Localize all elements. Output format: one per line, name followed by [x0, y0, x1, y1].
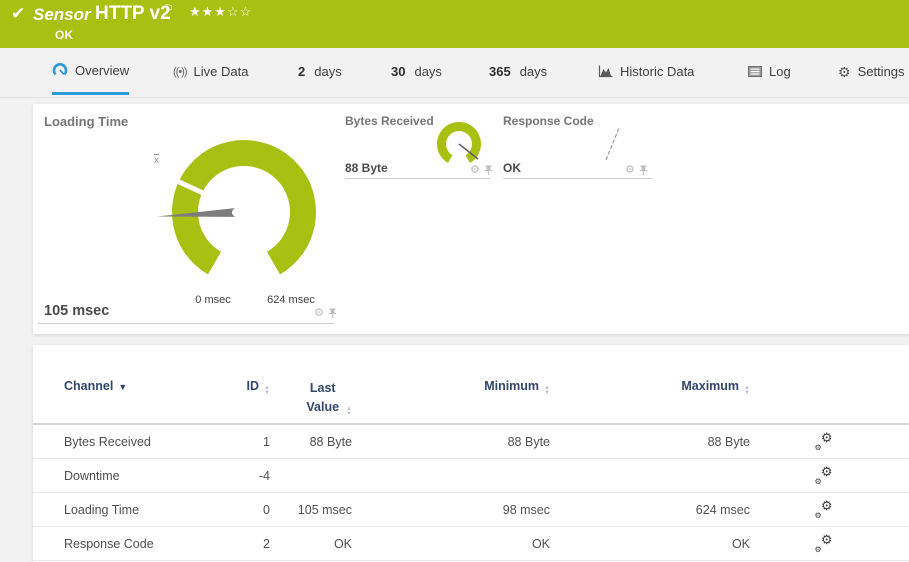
- tab-365-days[interactable]: 365 days: [489, 48, 547, 95]
- tab-2-days-number: 2: [298, 64, 305, 79]
- tab-bar: Overview ((•)) Live Data 2 days 30 days …: [0, 48, 909, 98]
- channel-last-value: OK: [270, 537, 352, 551]
- table-row[interactable]: Response Code 2 OK OK OK ⚙⚙: [33, 527, 909, 561]
- tab-log-label: Log: [769, 64, 791, 79]
- stars-filled: ★★★: [189, 4, 227, 19]
- channels-table-panel: Channel▼ ID▲▼ Last Value ▲▼ Minimum▲▼ Ma…: [33, 345, 909, 562]
- tab-365-days-label: days: [520, 64, 547, 79]
- tab-historic-data-label: Historic Data: [620, 64, 694, 79]
- tab-30-days[interactable]: 30 days: [391, 48, 442, 95]
- tab-30-days-number: 30: [391, 64, 405, 79]
- sensor-header: ✔ Sensor HTTP v2 ⚐ ★★★☆☆ OK: [0, 0, 909, 48]
- channel-settings-icon[interactable]: ⚙⚙: [815, 536, 833, 551]
- tab-30-days-label: days: [414, 64, 441, 79]
- pin-icon[interactable]: [484, 165, 493, 176]
- channel-id: 2: [204, 537, 270, 551]
- sensor-name: HTTP v2: [95, 3, 171, 25]
- channel-name: Bytes Received: [64, 435, 204, 449]
- channel-maximum: 88 Byte: [550, 435, 750, 449]
- channel-minimum: 98 msec: [352, 503, 550, 517]
- sort-icon: ▲▼: [346, 407, 352, 417]
- sort-desc-icon: ▼: [118, 382, 127, 392]
- tab-2-days-label: days: [314, 64, 341, 79]
- pin-icon[interactable]: [328, 308, 337, 319]
- gauge-cell-divider: [38, 323, 334, 324]
- column-header-id-label: ID: [247, 379, 260, 393]
- column-header-channel[interactable]: Channel ▼: [64, 379, 204, 393]
- column-header-maximum[interactable]: Maximum ▲▼: [550, 379, 750, 396]
- live-data-icon: ((•)): [173, 66, 187, 78]
- gauge-gear-icon[interactable]: ⚙: [470, 165, 480, 176]
- gauge-gear-icon[interactable]: ⚙: [314, 308, 324, 319]
- channel-id: 0: [204, 503, 270, 517]
- historic-chart-icon: [598, 65, 613, 78]
- response-code-value: OK: [503, 161, 521, 175]
- channel-settings-icon[interactable]: ⚙⚙: [815, 502, 833, 517]
- flag-icon[interactable]: ⚐: [164, 2, 174, 15]
- column-header-maximum-label: Maximum: [681, 379, 739, 393]
- channel-minimum: OK: [352, 537, 550, 551]
- column-header-last-value[interactable]: Last Value ▲▼: [270, 379, 352, 417]
- pin-icon[interactable]: [639, 165, 648, 176]
- bytes-received-value: 88 Byte: [345, 161, 388, 175]
- tab-live-data-label: Live Data: [194, 64, 249, 79]
- channel-maximum: OK: [550, 537, 750, 551]
- status-badge: OK: [55, 28, 73, 42]
- channel-settings-icon[interactable]: ⚙⚙: [815, 434, 833, 449]
- log-icon: [748, 66, 762, 77]
- tab-live-data[interactable]: ((•)) Live Data: [173, 48, 248, 95]
- gauge-cell-divider: [345, 178, 490, 179]
- tab-settings[interactable]: ⚙ Settings: [838, 48, 905, 95]
- average-marker-label: x: [154, 155, 159, 166]
- status-check-icon: ✔: [11, 4, 25, 24]
- channel-id: -4: [204, 469, 270, 483]
- column-header-last-label: Last: [310, 381, 336, 395]
- column-header-minimum[interactable]: Minimum▲▼: [352, 379, 550, 396]
- sort-icon: ▲▼: [744, 386, 750, 396]
- channel-settings-icon[interactable]: ⚙⚙: [815, 468, 833, 483]
- loading-time-gauge-title: Loading Time: [44, 114, 128, 129]
- channel-maximum: 624 msec: [550, 503, 750, 517]
- channel-name: Downtime: [64, 469, 204, 483]
- loading-time-gauge: [149, 117, 339, 307]
- response-code-gauge: [596, 116, 636, 164]
- channel-name: Loading Time: [64, 503, 204, 517]
- gauge-scale-min: 0 msec: [183, 294, 243, 306]
- table-row[interactable]: Downtime -4 ⚙⚙: [33, 459, 909, 493]
- priority-stars[interactable]: ★★★☆☆: [189, 4, 252, 20]
- column-header-id[interactable]: ID▲▼: [204, 379, 270, 396]
- table-header-row: Channel▼ ID▲▼ Last Value ▲▼ Minimum▲▼ Ma…: [33, 379, 909, 417]
- tab-365-days-number: 365: [489, 64, 511, 79]
- channel-id: 1: [204, 435, 270, 449]
- column-header-value-label: Value: [306, 400, 339, 414]
- channel-minimum: 88 Byte: [352, 435, 550, 449]
- gauge-icon: [52, 62, 68, 78]
- column-header-minimum-label: Minimum: [484, 379, 539, 393]
- bytes-received-gauge-title: Bytes Received: [345, 114, 434, 128]
- gauge-needle: [606, 128, 619, 160]
- column-header-channel-label: Channel: [64, 379, 113, 393]
- channel-name: Response Code: [64, 537, 204, 551]
- gauge-gear-icon[interactable]: ⚙: [625, 165, 635, 176]
- tab-overview-label: Overview: [75, 63, 129, 78]
- loading-time-value: 105 msec: [44, 303, 109, 319]
- channel-last-value: 105 msec: [270, 503, 352, 517]
- tab-historic-data[interactable]: Historic Data: [598, 48, 694, 95]
- channel-last-value: 88 Byte: [270, 435, 352, 449]
- tab-overview[interactable]: Overview: [52, 48, 129, 95]
- prtg-sensor-page: ✔ Sensor HTTP v2 ⚐ ★★★☆☆ OK Overview ((•…: [0, 0, 909, 562]
- gauges-panel: Loading Time x 0 msec 624 msec 105 msec …: [33, 104, 909, 334]
- gauge-cell-divider: [503, 178, 652, 179]
- sensor-kind-label: Sensor: [33, 5, 91, 25]
- gauge-scale-max: 624 msec: [260, 294, 322, 306]
- response-code-gauge-title: Response Code: [503, 114, 594, 128]
- tab-settings-label: Settings: [858, 64, 905, 79]
- table-row[interactable]: Loading Time 0 105 msec 98 msec 624 msec…: [33, 493, 909, 527]
- table-row[interactable]: Bytes Received 1 88 Byte 88 Byte 88 Byte…: [33, 425, 909, 459]
- stars-empty: ☆☆: [227, 4, 252, 19]
- tab-2-days[interactable]: 2 days: [298, 48, 342, 95]
- settings-gear-icon: ⚙: [838, 65, 851, 79]
- tab-log[interactable]: Log: [748, 48, 791, 95]
